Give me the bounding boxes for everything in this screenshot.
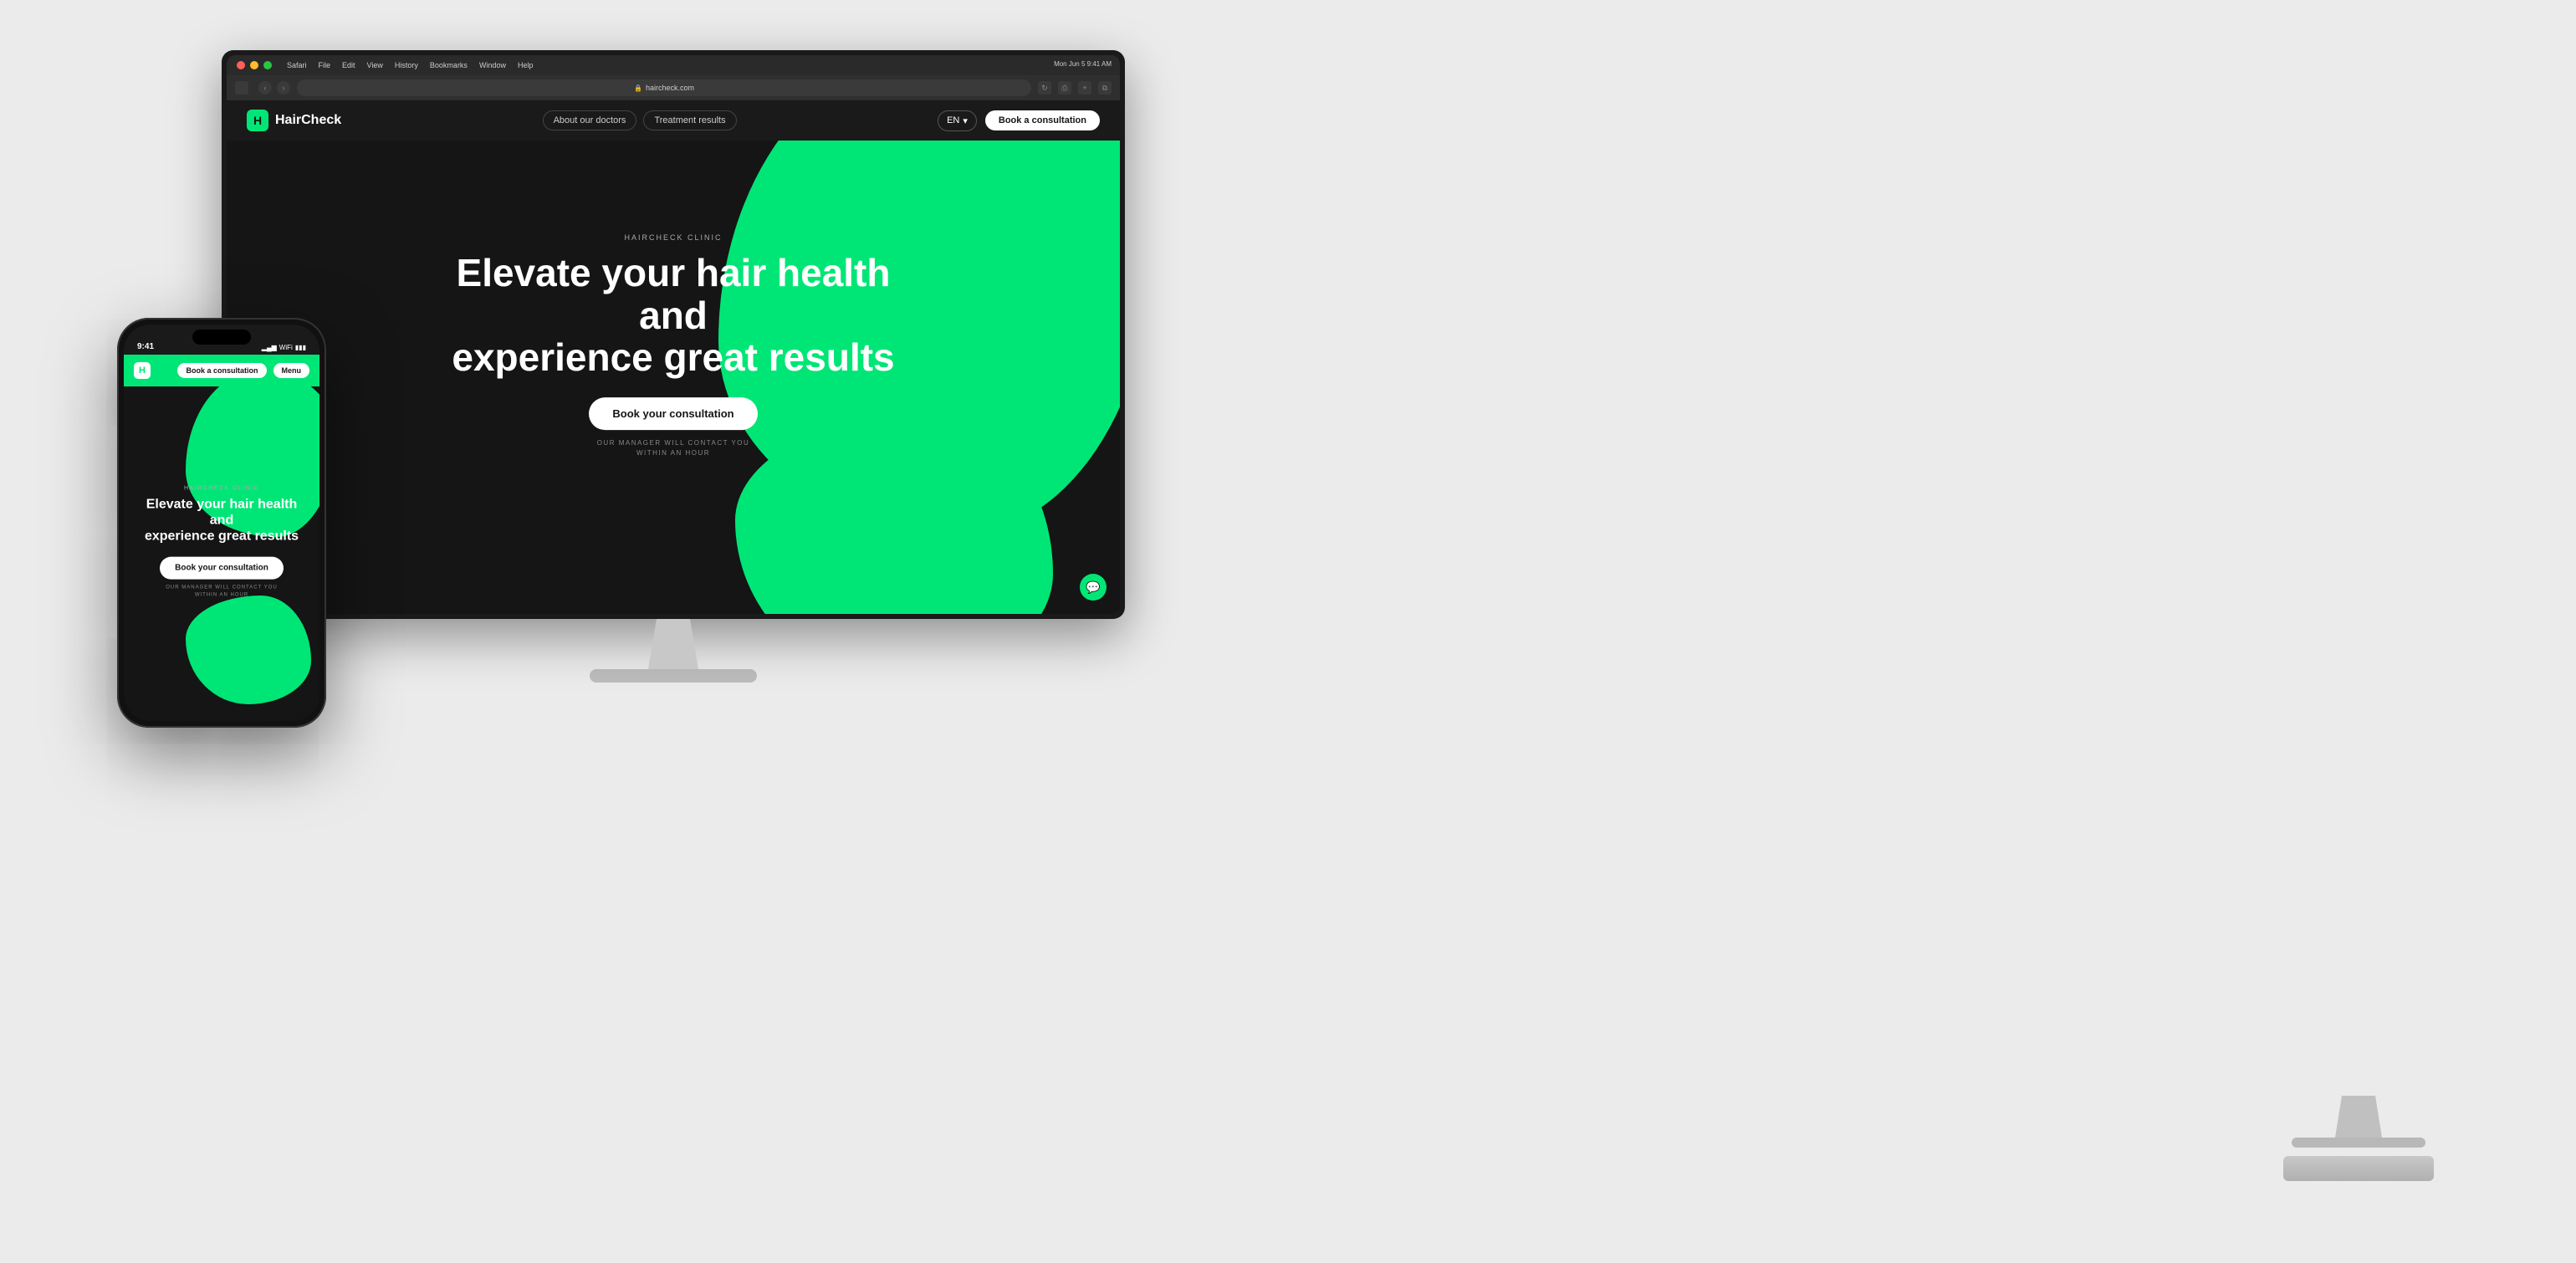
phone-clinic-label: HAIRCHECK CLINIC bbox=[137, 486, 306, 492]
scene: Safari File Edit View History Bookmarks … bbox=[0, 0, 2576, 1263]
tabs-button[interactable]: ⧉ bbox=[1098, 81, 1112, 95]
minimize-traffic-light[interactable] bbox=[250, 61, 258, 69]
lock-icon: 🔒 bbox=[634, 84, 642, 92]
hero-subtext-line1: OUR MANAGER WILL CONTACT YOU bbox=[260, 438, 1086, 448]
website-content: H HairCheck About our doctors Treatment … bbox=[227, 100, 1120, 614]
secondary-monitor-stand bbox=[2325, 1096, 2392, 1138]
close-traffic-light[interactable] bbox=[237, 61, 245, 69]
browser-nav: ‹ › bbox=[258, 81, 290, 95]
monitor-wrapper: Safari File Edit View History Bookmarks … bbox=[222, 50, 1125, 703]
chevron-down-icon: ▾ bbox=[963, 115, 968, 126]
reload-button[interactable]: ↻ bbox=[1038, 81, 1051, 95]
phone-hero: HAIRCHECK CLINIC Elevate your hair healt… bbox=[124, 386, 319, 721]
hero-heading-line2: experience great results bbox=[452, 335, 894, 379]
hero-subtext: OUR MANAGER WILL CONTACT YOU WITHIN AN H… bbox=[260, 438, 1086, 458]
hero-section: HAIRCHECK CLINIC Elevate your hair healt… bbox=[227, 100, 1120, 614]
share-button[interactable]: ⎙ bbox=[1058, 81, 1071, 95]
phone-navbar: H Book a consultation Menu bbox=[124, 355, 319, 386]
logo-icon: H bbox=[247, 110, 268, 131]
macos-titlebar: Safari File Edit View History Bookmarks … bbox=[227, 55, 1120, 75]
site-navbar: H HairCheck About our doctors Treatment … bbox=[227, 100, 1120, 141]
language-selector[interactable]: EN ▾ bbox=[938, 110, 977, 131]
hero-subtext-line2: WITHIN AN HOUR bbox=[260, 448, 1086, 458]
sidebar-toggle-icon[interactable] bbox=[235, 81, 248, 95]
hero-heading-line1: Elevate your hair health and bbox=[457, 251, 891, 337]
menu-window[interactable]: Window bbox=[479, 61, 506, 69]
mac-mini-area bbox=[2241, 1096, 2476, 1196]
phone-hero-text: HAIRCHECK CLINIC Elevate your hair healt… bbox=[124, 486, 319, 600]
about-doctors-link[interactable]: About our doctors bbox=[543, 110, 637, 130]
phone-book-button[interactable]: Book a consultation bbox=[177, 363, 266, 378]
menu-help[interactable]: Help bbox=[518, 61, 534, 69]
fullscreen-traffic-light[interactable] bbox=[263, 61, 272, 69]
phone-screen: 9:41 ▂▄▆ WiFi ▮▮▮ H Book a consultation … bbox=[124, 325, 319, 721]
menu-file[interactable]: File bbox=[319, 61, 331, 69]
phone-green-blob-bottom bbox=[186, 596, 311, 704]
menu-history[interactable]: History bbox=[395, 61, 418, 69]
phone-logo-icon: H bbox=[134, 362, 151, 379]
site-logo: H HairCheck bbox=[247, 110, 341, 131]
phone-subtext-line1: OUR MANAGER WILL CONTACT YOU bbox=[137, 584, 306, 591]
site-nav-links: About our doctors Treatment results bbox=[543, 110, 737, 130]
browser-chrome: ‹ › 🔒 haircheck.com ↻ ⎙ + ⧉ bbox=[227, 75, 1120, 100]
hero-clinic-label: HAIRCHECK CLINIC bbox=[260, 233, 1086, 242]
back-button[interactable]: ‹ bbox=[258, 81, 272, 95]
forward-button[interactable]: › bbox=[277, 81, 290, 95]
monitor-base bbox=[590, 669, 757, 683]
phone-hero-subtext: OUR MANAGER WILL CONTACT YOU WITHIN AN H… bbox=[137, 584, 306, 599]
menu-bookmarks[interactable]: Bookmarks bbox=[430, 61, 468, 69]
phone-subtext-line2: WITHIN AN HOUR bbox=[137, 591, 306, 599]
monitor-bezel: Safari File Edit View History Bookmarks … bbox=[222, 50, 1125, 619]
mac-mini-body bbox=[2283, 1156, 2434, 1181]
macos-time: Mon Jun 5 9:41 AM bbox=[1054, 60, 1112, 68]
address-bar[interactable]: 🔒 haircheck.com bbox=[297, 79, 1031, 96]
wifi-icon: WiFi bbox=[279, 344, 293, 351]
new-tab-button[interactable]: + bbox=[1078, 81, 1091, 95]
hero-text-area: HAIRCHECK CLINIC Elevate your hair healt… bbox=[227, 233, 1120, 458]
book-consultation-button-desktop[interactable]: Book a consultation bbox=[985, 110, 1100, 130]
phone-body: 9:41 ▂▄▆ WiFi ▮▮▮ H Book a consultation … bbox=[117, 318, 326, 728]
monitor-stand bbox=[631, 619, 715, 669]
phone-time: 9:41 bbox=[137, 342, 154, 351]
battery-icon: ▮▮▮ bbox=[295, 344, 306, 351]
phone-menu-button[interactable]: Menu bbox=[273, 363, 310, 378]
chat-bubble-icon[interactable]: 💬 bbox=[1080, 574, 1107, 601]
phone-status-icons: ▂▄▆ WiFi ▮▮▮ bbox=[262, 344, 306, 351]
browser-actions: ↻ ⎙ + ⧉ bbox=[1038, 81, 1112, 95]
menu-safari[interactable]: Safari bbox=[287, 61, 307, 69]
phone-wrapper: 9:41 ▂▄▆ WiFi ▮▮▮ H Book a consultation … bbox=[117, 318, 326, 728]
phone-cta-button[interactable]: Book your consultation bbox=[160, 556, 284, 579]
phone-heading-line1: Elevate your hair health and bbox=[146, 498, 298, 528]
url-text: haircheck.com bbox=[646, 84, 694, 92]
secondary-monitor-base bbox=[2292, 1138, 2425, 1148]
treatment-results-link[interactable]: Treatment results bbox=[643, 110, 736, 130]
site-nav-right: EN ▾ Book a consultation bbox=[938, 110, 1100, 131]
monitor-screen: Safari File Edit View History Bookmarks … bbox=[227, 55, 1120, 614]
phone-hero-heading: Elevate your hair health and experience … bbox=[137, 497, 306, 545]
hero-heading: Elevate your hair health and experience … bbox=[431, 252, 916, 379]
signal-icon: ▂▄▆ bbox=[262, 344, 277, 351]
mac-mini-spacer bbox=[2241, 1156, 2476, 1181]
logo-text: HairCheck bbox=[275, 113, 341, 128]
lang-label: EN bbox=[947, 115, 959, 125]
dynamic-island bbox=[192, 330, 251, 345]
menu-view[interactable]: View bbox=[367, 61, 383, 69]
macos-menu: Safari File Edit View History Bookmarks … bbox=[287, 61, 533, 69]
phone-heading-line2: experience great results bbox=[145, 529, 299, 544]
menu-edit[interactable]: Edit bbox=[342, 61, 355, 69]
hero-cta-button-desktop[interactable]: Book your consultation bbox=[589, 397, 757, 430]
